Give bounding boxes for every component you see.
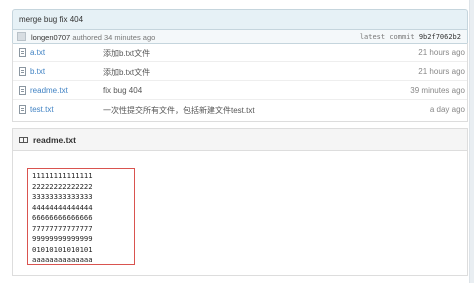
commit-title[interactable]: merge bug fix 404 (19, 15, 83, 24)
vertical-scrollbar[interactable] (469, 0, 474, 283)
readme-panel: readme.txt 11111111111111 22222222222222… (12, 128, 468, 276)
readme-content-highlight: 11111111111111 22222222222222 3333333333… (27, 168, 135, 265)
authored-time: authored 34 minutes ago (72, 33, 156, 42)
file-commit-message[interactable]: 添加b.txt文件 (103, 67, 150, 78)
file-name-link[interactable]: readme.txt (30, 86, 68, 95)
commit-sha[interactable]: 9b2f7062b2 (419, 33, 461, 41)
file-commit-message[interactable]: 一次性提交所有文件，包括新建文件test.txt (103, 105, 255, 116)
readme-header: readme.txt (13, 129, 467, 151)
commit-author-line: longen0707 authored 34 minutes ago (31, 33, 155, 42)
readme-line: 11111111111111 (32, 171, 93, 180)
latest-commit: latest commit 9b2f7062b2 (360, 33, 461, 41)
file-row: test.txt 一次性提交所有文件，包括新建文件test.txt a day … (13, 100, 467, 119)
avatar[interactable] (17, 32, 26, 41)
readme-line: aaaaaaaaaaaaaa (32, 255, 93, 264)
author-name[interactable]: longen0707 (31, 33, 70, 42)
file-name-link[interactable]: b.txt (30, 67, 45, 76)
file-icon (19, 105, 26, 114)
readme-line: 99999999999999 (32, 234, 93, 243)
file-row: readme.txt fix bug 404 39 minutes ago (13, 81, 467, 100)
commit-bar: merge bug fix 404 (12, 9, 468, 30)
file-name-link[interactable]: a.txt (30, 48, 45, 57)
file-row: b.txt 添加b.txt文件 21 hours ago (13, 62, 467, 81)
file-list: a.txt 添加b.txt文件 21 hours ago b.txt 添加b.t… (12, 43, 468, 122)
readme-line: 66666666666666 (32, 213, 93, 222)
readme-line: 33333333333333 (32, 192, 93, 201)
file-age: a day ago (429, 105, 465, 114)
readme-line: 01010101010101 (32, 244, 93, 254)
file-commit-message[interactable]: 添加b.txt文件 (103, 48, 150, 59)
file-row: a.txt 添加b.txt文件 21 hours ago (13, 43, 467, 62)
readme-title: readme.txt (33, 135, 76, 145)
commit-meta: longen0707 authored 34 minutes ago lates… (12, 29, 468, 44)
file-icon (19, 86, 26, 95)
readme-line: 22222222222222 (32, 181, 93, 191)
file-age: 39 minutes ago (410, 86, 465, 95)
file-name-link[interactable]: test.txt (30, 105, 54, 114)
file-age: 21 hours ago (418, 48, 465, 57)
file-age: 21 hours ago (418, 67, 465, 76)
latest-commit-label: latest commit (359, 33, 415, 41)
readme-line: 44444444444444 (32, 202, 93, 212)
file-icon (19, 48, 26, 57)
readme-line: 77777777777777 (32, 223, 93, 233)
file-commit-message[interactable]: fix bug 404 (103, 86, 142, 95)
book-icon (19, 137, 28, 143)
file-icon (19, 67, 26, 76)
